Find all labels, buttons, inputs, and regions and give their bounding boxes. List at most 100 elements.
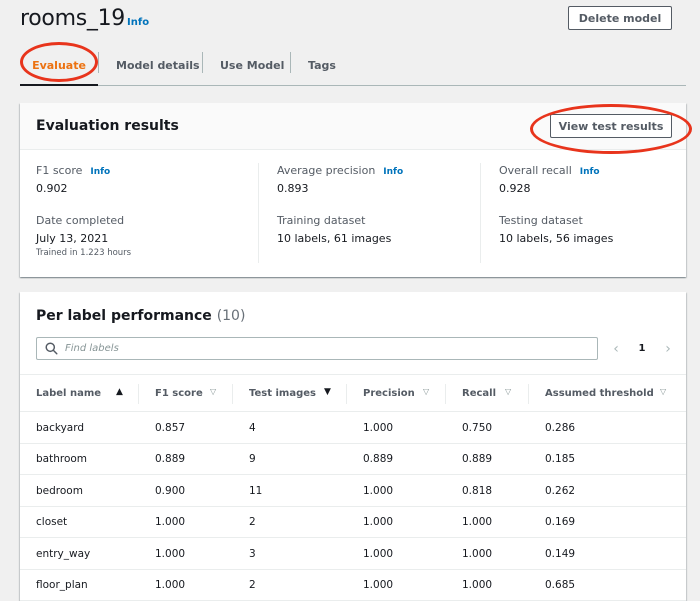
per-label-performance-title: Per label performance (10) <box>36 308 246 324</box>
tab-evaluate[interactable]: Evaluate <box>20 46 98 86</box>
cell-precision: 1.000 <box>363 516 394 528</box>
average-precision-value: 0.893 <box>277 182 309 195</box>
evaluation-results-title: Evaluation results <box>36 118 179 134</box>
training-duration: Trained in 1.223 hours <box>36 248 132 258</box>
delete-model-button[interactable]: Delete model <box>568 6 672 30</box>
sort-descending-icon[interactable]: ▼ <box>324 387 331 397</box>
cell-precision: 1.000 <box>363 484 394 497</box>
table-header: Label name ▲ F1 score ▽ Test images ▼ Pr… <box>20 375 686 412</box>
view-test-results-button[interactable]: View test results <box>550 114 672 138</box>
label-count: (10) <box>216 308 246 324</box>
tab-model-details[interactable]: Model details <box>116 46 200 85</box>
search-icon <box>45 342 58 355</box>
cell-precision: 0.889 <box>363 453 394 465</box>
title-info-link[interactable]: Info <box>127 17 149 28</box>
cell-precision: 1.000 <box>363 421 394 434</box>
table-row: floor_plan 1.000 2 1.000 1.000 0.685 <box>20 570 686 601</box>
cell-assumed-threshold: 0.286 <box>545 421 576 434</box>
cell-recall: 1.000 <box>462 579 493 591</box>
cell-test-images: 2 <box>249 516 256 528</box>
sort-icon[interactable]: ▽ <box>505 387 511 396</box>
column-header-label-name[interactable]: Label name <box>36 375 101 412</box>
cell-label-name: backyard <box>36 421 85 434</box>
metric-column-2: Average precision Info 0.893 Training dat… <box>258 163 403 263</box>
column-header-recall[interactable]: Recall <box>462 375 496 412</box>
cell-f1-score: 0.900 <box>155 484 186 497</box>
tab-divider <box>290 52 291 73</box>
cell-recall: 1.000 <box>462 516 493 528</box>
overall-recall-info-link[interactable]: Info <box>580 167 600 177</box>
chevron-right-icon[interactable]: › <box>662 341 674 357</box>
column-header-f1-score[interactable]: F1 score <box>155 375 203 412</box>
cell-f1-score: 0.857 <box>155 421 186 434</box>
cell-precision: 1.000 <box>363 579 394 591</box>
table-row: backyard 0.857 4 1.000 0.750 0.286 <box>20 412 686 444</box>
column-header-test-images[interactable]: Test images <box>249 375 316 412</box>
testing-dataset-value: 10 labels, 56 images <box>499 232 614 245</box>
training-dataset-label: Training dataset <box>277 214 366 227</box>
cell-precision: 1.000 <box>363 547 394 560</box>
sort-icon[interactable]: ▽ <box>423 387 429 396</box>
cell-recall: 0.818 <box>462 484 493 497</box>
cell-test-images: 3 <box>249 547 256 560</box>
tab-use-model[interactable]: Use Model <box>220 46 284 85</box>
cell-recall: 0.889 <box>462 453 493 465</box>
cell-label-name: bathroom <box>36 453 88 465</box>
table-body: backyard 0.857 4 1.000 0.750 0.286 bathr… <box>20 412 686 601</box>
cell-test-images: 4 <box>249 421 256 434</box>
pagination: ‹ 1 › <box>610 337 674 360</box>
date-completed-value: July 13, 2021 <box>36 232 109 245</box>
chevron-left-icon[interactable]: ‹ <box>610 341 622 357</box>
f1-score-value: 0.902 <box>36 182 68 195</box>
average-precision-info-link[interactable]: Info <box>383 167 403 177</box>
table-row: entry_way 1.000 3 1.000 1.000 0.149 <box>20 538 686 570</box>
column-header-assumed-threshold[interactable]: Assumed threshold <box>545 375 654 412</box>
evaluation-results-panel: Evaluation results View test results F1 … <box>20 103 686 277</box>
search-box <box>36 337 598 360</box>
page-title: rooms_19 <box>20 6 125 31</box>
average-precision-label: Average precision Info <box>277 164 404 177</box>
cell-label-name: entry_way <box>36 547 91 560</box>
f1-score-label: F1 score Info <box>36 164 111 177</box>
table-row: bedroom 0.900 11 1.000 0.818 0.262 <box>20 475 686 507</box>
metric-column-3: Overall recall Info 0.928 Testing dataset… <box>480 163 613 263</box>
cell-f1-score: 0.889 <box>155 453 186 465</box>
cell-recall: 1.000 <box>462 547 493 560</box>
current-page[interactable]: 1 <box>639 343 646 354</box>
tab-bar: Evaluate Model details Use Model Tags <box>20 46 686 86</box>
find-labels-input[interactable] <box>65 338 585 359</box>
cell-assumed-threshold: 0.169 <box>545 516 576 528</box>
training-dataset-value: 10 labels, 61 images <box>277 232 392 245</box>
tab-divider <box>202 52 203 73</box>
page-header: rooms_19 Info Delete model <box>20 6 674 38</box>
cell-assumed-threshold: 0.262 <box>545 484 576 497</box>
sort-ascending-icon[interactable]: ▲ <box>116 387 123 397</box>
overall-recall-label: Overall recall Info <box>499 164 600 177</box>
cell-label-name: closet <box>36 516 68 528</box>
cell-assumed-threshold: 0.185 <box>545 453 576 465</box>
tab-tags[interactable]: Tags <box>308 46 336 85</box>
cell-test-images: 11 <box>249 484 263 497</box>
overall-recall-value: 0.928 <box>499 182 531 195</box>
f1-info-link[interactable]: Info <box>90 167 110 177</box>
cell-f1-score: 1.000 <box>155 516 186 528</box>
cell-recall: 0.750 <box>462 421 493 434</box>
column-header-precision[interactable]: Precision <box>363 375 415 412</box>
sort-icon[interactable]: ▽ <box>210 387 216 396</box>
date-completed-label: Date completed <box>36 214 125 227</box>
cell-f1-score: 1.000 <box>155 547 186 560</box>
cell-f1-score: 1.000 <box>155 579 186 591</box>
table-row: bathroom 0.889 9 0.889 0.889 0.185 <box>20 444 686 475</box>
per-label-performance-panel: Per label performance (10) ‹ 1 › Label n… <box>20 292 686 601</box>
per-label-table: Label name ▲ F1 score ▽ Test images ▼ Pr… <box>20 374 686 601</box>
cell-assumed-threshold: 0.685 <box>545 579 576 591</box>
testing-dataset-label: Testing dataset <box>499 214 583 227</box>
cell-test-images: 9 <box>249 453 256 465</box>
sort-icon[interactable]: ▽ <box>660 387 666 396</box>
evaluation-panel-header: Evaluation results View test results <box>20 103 686 150</box>
cell-test-images: 2 <box>249 579 256 591</box>
cell-label-name: floor_plan <box>36 579 88 591</box>
tab-divider <box>98 52 99 73</box>
table-row: closet 1.000 2 1.000 1.000 0.169 <box>20 507 686 538</box>
cell-label-name: bedroom <box>36 484 83 497</box>
